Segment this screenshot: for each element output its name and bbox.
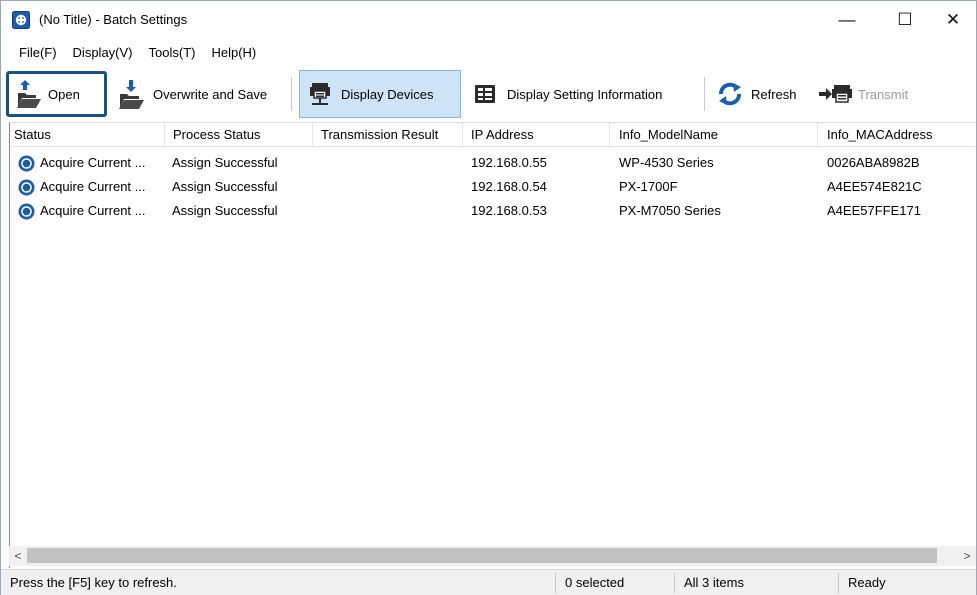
open-button[interactable]: Open	[6, 71, 107, 117]
cell-process-status: Assign Successful	[172, 203, 278, 218]
display-devices-icon	[310, 83, 330, 105]
column-header-process-status[interactable]: Process Status	[165, 123, 313, 147]
status-bar: Press the [F5] key to refresh. 0 selecte…	[1, 569, 976, 595]
cell-transmission-result	[320, 151, 460, 175]
cell-status: Acquire Current ...	[40, 203, 146, 218]
cell-process-status: Assign Successful	[172, 155, 278, 170]
title-bar: (No Title) - Batch Settings — ☐ ✕	[1, 1, 976, 39]
column-header-mac-address[interactable]: Info_MACAddress	[818, 123, 976, 147]
cell-mac-address: A4EE57FFE171	[827, 203, 921, 218]
status-hint: Press the [F5] key to refresh.	[10, 575, 177, 590]
transmit-icon	[819, 85, 852, 103]
toolbar-separator	[291, 77, 292, 111]
column-header-transmission-result[interactable]: Transmission Result	[313, 123, 463, 147]
menu-display[interactable]: Display(V)	[65, 43, 141, 63]
menu-bar: File(F) Display(V) Tools(T) Help(H)	[1, 43, 264, 63]
status-icon	[18, 203, 35, 220]
table-row[interactable]: Acquire Current ... Assign Successful 19…	[10, 151, 976, 175]
column-header-ip-address[interactable]: IP Address	[463, 123, 610, 147]
cell-status: Acquire Current ...	[40, 179, 146, 194]
open-folder-icon	[17, 80, 41, 108]
cell-model-name: PX-1700F	[619, 179, 678, 194]
cell-process-status: Assign Successful	[172, 179, 278, 194]
batch-settings-window: (No Title) - Batch Settings — ☐ ✕ File(F…	[0, 0, 977, 595]
status-selected-count: 0 selected	[565, 575, 625, 590]
transmit-label: Transmit	[858, 86, 909, 102]
menu-help[interactable]: Help(H)	[203, 43, 264, 63]
overwrite-and-save-label: Overwrite and Save	[153, 86, 268, 102]
menu-tools[interactable]: Tools(T)	[141, 43, 204, 63]
scroll-right-arrow-icon[interactable]: >	[958, 546, 976, 566]
toolbar: Open Overwrite and Save Display Devices	[1, 67, 976, 120]
status-icon	[18, 179, 35, 196]
cell-transmission-result	[320, 199, 460, 223]
refresh-icon	[719, 82, 741, 106]
close-button[interactable]: ✕	[927, 1, 977, 39]
cell-model-name: PX-M7050 Series	[619, 203, 721, 218]
display-setting-information-button[interactable]: Display Setting Information	[471, 71, 662, 117]
minimize-button[interactable]: —	[821, 1, 873, 39]
cell-transmission-result	[320, 175, 460, 199]
list-header: Status Process Status Transmission Resul…	[10, 123, 976, 147]
cell-mac-address: A4EE574E821C	[827, 179, 922, 194]
transmit-button[interactable]: Transmit	[818, 71, 908, 117]
menu-file[interactable]: File(F)	[1, 43, 65, 63]
status-total-items: All 3 items	[684, 575, 744, 590]
refresh-label: Refresh	[751, 86, 797, 102]
cell-ip-address: 192.168.0.55	[471, 155, 547, 170]
table-row[interactable]: Acquire Current ... Assign Successful 19…	[10, 199, 976, 223]
cell-mac-address: 0026ABA8982B	[827, 155, 920, 170]
display-devices-label: Display Devices	[341, 86, 434, 102]
scroll-left-arrow-icon[interactable]: <	[9, 546, 27, 566]
cell-ip-address: 192.168.0.54	[471, 179, 547, 194]
device-list[interactable]: Status Process Status Transmission Resul…	[9, 122, 976, 568]
maximize-button[interactable]: ☐	[879, 1, 931, 39]
status-icon	[18, 155, 35, 172]
column-header-status[interactable]: Status	[10, 123, 165, 147]
setting-information-icon	[475, 85, 495, 103]
horizontal-scrollbar[interactable]: < >	[9, 546, 976, 566]
column-header-model-name[interactable]: Info_ModelName	[610, 123, 818, 147]
scrollbar-thumb[interactable]	[27, 548, 937, 563]
refresh-button[interactable]: Refresh	[717, 71, 797, 117]
overwrite-and-save-button[interactable]: Overwrite and Save	[113, 71, 267, 117]
app-icon	[12, 11, 30, 29]
window-title: (No Title) - Batch Settings	[39, 12, 188, 27]
status-state: Ready	[848, 575, 886, 590]
table-row[interactable]: Acquire Current ... Assign Successful 19…	[10, 175, 976, 199]
cell-model-name: WP-4530 Series	[619, 155, 714, 170]
display-devices-button[interactable]: Display Devices	[299, 70, 461, 118]
open-button-label: Open	[48, 86, 80, 102]
toolbar-separator	[704, 77, 705, 111]
save-folder-icon	[119, 80, 144, 109]
cell-ip-address: 192.168.0.53	[471, 203, 547, 218]
cell-status: Acquire Current ...	[40, 155, 146, 170]
display-setting-information-label: Display Setting Information	[507, 86, 663, 102]
